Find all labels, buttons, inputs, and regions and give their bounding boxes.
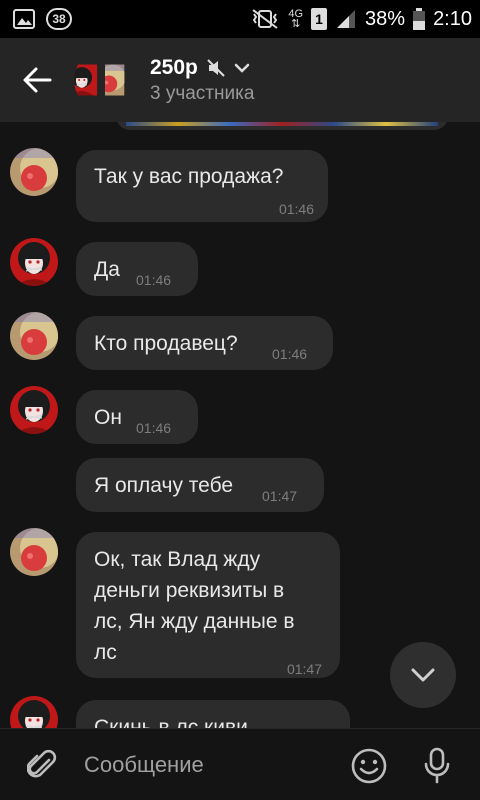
muted-icon xyxy=(207,58,225,77)
arrow-left-icon xyxy=(23,67,52,93)
chevron-down-icon xyxy=(411,668,435,682)
message-time: 01:46 xyxy=(278,201,314,217)
back-button[interactable] xyxy=(0,38,74,122)
vibrate-icon xyxy=(252,9,278,29)
network-type: 4G ⇅ xyxy=(288,8,304,30)
sender-avatar[interactable] xyxy=(10,696,58,728)
chat-info[interactable]: 250р 3 участника xyxy=(150,56,254,105)
emoji-button[interactable] xyxy=(346,743,392,789)
message-bubble[interactable]: Кто продавец? 01:46 xyxy=(76,316,333,370)
message-text: Да xyxy=(94,258,120,281)
message-time: 01:47 xyxy=(262,488,298,504)
clock: 2:10 xyxy=(433,7,472,30)
battery-percent: 38% xyxy=(365,7,406,30)
message-text: Скинь в лс киви xyxy=(94,716,248,728)
smiley-icon xyxy=(351,748,387,784)
message-bubble[interactable]: Да 01:46 xyxy=(76,242,198,296)
message-time: 01:47 xyxy=(286,661,322,677)
message-text: Кто продавец? xyxy=(94,332,238,355)
scroll-to-bottom-button[interactable] xyxy=(390,642,456,708)
message-list[interactable]: Так у вас продажа? 01:46 Да 01:46 Кто пр… xyxy=(0,122,480,728)
notification-count-badge: 38 xyxy=(46,8,72,30)
battery-icon xyxy=(413,8,426,30)
message-bubble[interactable]: Так у вас продажа? 01:46 xyxy=(76,150,328,222)
message-time: 01:46 xyxy=(272,346,308,362)
chat-avatar[interactable] xyxy=(74,49,136,111)
sender-avatar[interactable] xyxy=(10,148,58,196)
chevron-down-icon[interactable] xyxy=(234,62,250,74)
message-bubble[interactable]: Он 01:46 xyxy=(76,390,198,444)
message-bubble[interactable]: Я оплачу тебе 01:47 xyxy=(76,458,324,512)
status-bar: 38 4G ⇅ 1 38% 2:10 xyxy=(0,0,480,38)
message-time: 01:46 xyxy=(136,272,172,288)
message-text: Ок, так Влад жду деньги реквизиты в лс, … xyxy=(94,548,295,664)
sender-avatar[interactable] xyxy=(10,238,58,286)
sim-slot-indicator: 1 xyxy=(311,8,328,30)
message-composer xyxy=(0,728,480,800)
previous-image-message[interactable] xyxy=(116,122,448,130)
sender-avatar[interactable] xyxy=(10,386,58,434)
microphone-icon xyxy=(424,747,450,784)
message-bubble[interactable]: Скинь в лс киви xyxy=(76,700,350,728)
message-text: Он xyxy=(94,406,122,429)
chat-title: 250р xyxy=(150,55,198,79)
signal-strength-icon xyxy=(337,10,356,28)
attach-button[interactable] xyxy=(0,729,84,800)
sender-avatar[interactable] xyxy=(10,312,58,360)
paperclip-icon xyxy=(27,749,57,777)
chat-header: 250р 3 участника xyxy=(0,38,480,122)
gallery-notification-icon xyxy=(13,9,35,29)
message-time: 01:46 xyxy=(136,420,172,436)
voice-message-button[interactable] xyxy=(414,743,460,789)
chat-member-count: 3 участника xyxy=(150,82,255,104)
message-bubble[interactable]: Ок, так Влад жду деньги реквизиты в лс, … xyxy=(76,532,340,678)
message-text: Я оплачу тебе xyxy=(94,474,234,497)
message-text: Так у вас продажа? xyxy=(94,165,284,188)
sender-avatar[interactable] xyxy=(10,528,58,576)
message-input[interactable] xyxy=(84,751,334,778)
